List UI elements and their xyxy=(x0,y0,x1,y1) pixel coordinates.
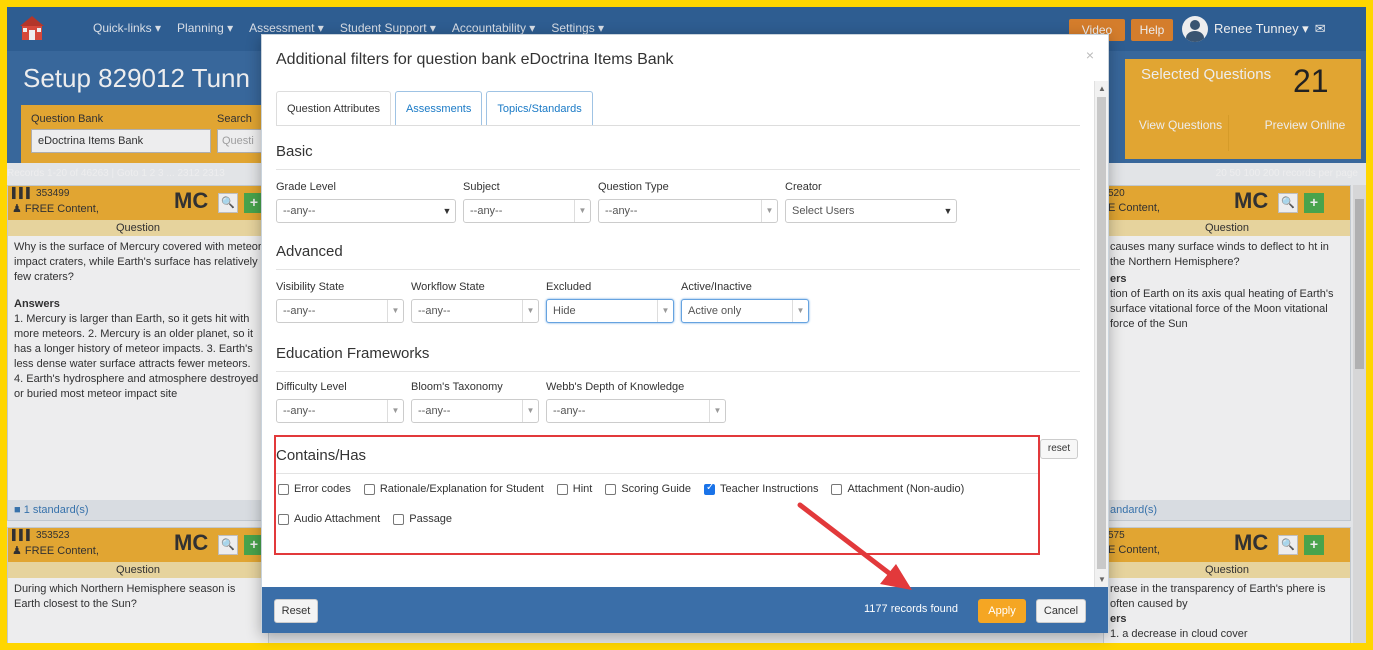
section-frameworks-title: Education Frameworks xyxy=(276,345,430,362)
caret-down-icon: ▼ xyxy=(522,300,538,322)
section-divider xyxy=(276,473,1038,474)
modal-scrollbar[interactable]: ▲ ▼ xyxy=(1094,81,1108,587)
hint-label: Hint xyxy=(572,483,593,495)
hint-option[interactable]: Hint xyxy=(556,483,593,495)
contains-checkbox-row: Audio Attachment Passage xyxy=(278,513,460,525)
audio-attachment-option[interactable]: Audio Attachment xyxy=(278,513,380,525)
teacher-instructions-checkbox[interactable] xyxy=(704,482,716,495)
caret-down-icon: ▼ xyxy=(657,300,673,322)
subject-value: --any-- xyxy=(470,205,503,217)
reset-button[interactable]: Reset xyxy=(274,599,318,623)
modal-scrollbar-thumb[interactable] xyxy=(1097,97,1106,569)
caret-down-icon: ▼ xyxy=(442,206,452,216)
attachment-non-audio-option[interactable]: Attachment (Non-audio) xyxy=(831,483,964,495)
visibility-state-select[interactable]: --any-- ▼ xyxy=(276,299,404,323)
caret-down-icon: ▼ xyxy=(387,300,403,322)
modal-footer: Reset 1177 records found Apply Cancel xyxy=(262,587,1108,633)
records-found: 1177 records found xyxy=(864,603,958,615)
audio-attachment-checkbox[interactable] xyxy=(278,513,289,525)
blooms-taxonomy-select[interactable]: --any-- ▼ xyxy=(411,399,539,423)
difficulty-level-select[interactable]: --any-- ▼ xyxy=(276,399,404,423)
scoring-guide-checkbox[interactable] xyxy=(605,483,617,495)
grade-level-select[interactable]: --any-- ▼ xyxy=(276,199,456,223)
webbs-dok-value: --any-- xyxy=(553,405,586,417)
section-divider xyxy=(276,269,1080,270)
passage-option[interactable]: Passage xyxy=(393,513,452,525)
contains-reset-button[interactable]: reset xyxy=(1040,439,1078,459)
visibility-state-label: Visibility State xyxy=(276,281,345,293)
workflow-state-select[interactable]: --any-- ▼ xyxy=(411,299,539,323)
webbs-dok-select[interactable]: --any-- ▼ xyxy=(546,399,726,423)
caret-down-icon: ▼ xyxy=(387,400,403,422)
workflow-state-label: Workflow State xyxy=(411,281,485,293)
question-type-select[interactable]: --any-- ▼ xyxy=(598,199,778,223)
creator-select[interactable]: Select Users ▼ xyxy=(785,199,957,223)
section-contains-title: Contains/Has xyxy=(276,447,367,464)
filter-tabs: Question Attributes Assessments Topics/S… xyxy=(276,91,593,125)
section-advanced-title: Advanced xyxy=(276,243,343,260)
modal-body: Question Attributes Assessments Topics/S… xyxy=(262,81,1102,587)
creator-label: Creator xyxy=(785,181,822,193)
attachment-non-audio-label: Attachment (Non-audio) xyxy=(847,483,965,495)
section-divider xyxy=(276,169,1080,170)
rationale-label: Rationale/Explanation for Student xyxy=(379,483,544,495)
caret-down-icon: ▼ xyxy=(943,206,953,216)
attachment-non-audio-checkbox[interactable] xyxy=(831,483,843,495)
grade-level-value: --any-- xyxy=(283,205,316,217)
scroll-up-icon[interactable]: ▲ xyxy=(1098,84,1106,93)
passage-checkbox[interactable] xyxy=(393,513,405,525)
question-type-value: --any-- xyxy=(605,205,638,217)
passage-label: Passage xyxy=(409,513,453,525)
caret-down-icon: ▼ xyxy=(792,300,808,322)
caret-down-icon: ▼ xyxy=(522,400,538,422)
workflow-state-value: --any-- xyxy=(418,305,451,317)
visibility-state-value: --any-- xyxy=(283,305,316,317)
active-inactive-select[interactable]: Active only ▼ xyxy=(681,299,809,323)
caret-down-icon: ▼ xyxy=(709,400,725,422)
creator-value: Select Users xyxy=(792,205,855,217)
rationale-checkbox[interactable] xyxy=(363,483,375,495)
contains-highlight-box xyxy=(274,435,1040,555)
webbs-dok-label: Webb's Depth of Knowledge xyxy=(546,381,685,393)
modal-title: Additional filters for question bank eDo… xyxy=(276,51,674,68)
caret-down-icon: ▼ xyxy=(761,200,777,222)
subject-label: Subject xyxy=(463,181,500,193)
caret-down-icon: ▼ xyxy=(574,200,590,222)
contains-checkbox-row: Error codes Rationale/Explanation for St… xyxy=(278,482,972,495)
error-codes-checkbox[interactable] xyxy=(278,483,289,495)
subject-select[interactable]: --any-- ▼ xyxy=(463,199,591,223)
scoring-guide-option[interactable]: Scoring Guide xyxy=(605,483,691,495)
error-codes-label: Error codes xyxy=(294,483,351,495)
section-divider xyxy=(276,371,1080,372)
scoring-guide-label: Scoring Guide xyxy=(621,483,692,495)
excluded-label: Excluded xyxy=(546,281,592,293)
teacher-instructions-option[interactable]: Teacher Instructions xyxy=(704,482,819,495)
tab-question-attributes[interactable]: Question Attributes xyxy=(276,91,391,125)
audio-attachment-label: Audio Attachment xyxy=(294,513,381,525)
tab-divider xyxy=(276,125,1080,126)
hint-checkbox[interactable] xyxy=(556,483,568,495)
scroll-down-icon[interactable]: ▼ xyxy=(1098,575,1106,584)
active-inactive-label: Active/Inactive xyxy=(681,281,752,293)
excluded-select[interactable]: Hide ▼ xyxy=(546,299,674,323)
excluded-value: Hide xyxy=(553,305,576,317)
filters-modal: Additional filters for question bank eDo… xyxy=(261,34,1109,633)
cancel-button[interactable]: Cancel xyxy=(1036,599,1086,623)
teacher-instructions-label: Teacher Instructions xyxy=(720,483,819,495)
grade-level-label: Grade Level xyxy=(276,181,336,193)
active-inactive-value: Active only xyxy=(688,305,742,317)
blooms-taxonomy-label: Bloom's Taxonomy xyxy=(411,381,503,393)
tab-topics-standards[interactable]: Topics/Standards xyxy=(486,91,593,125)
error-codes-option[interactable]: Error codes xyxy=(278,483,351,495)
rationale-option[interactable]: Rationale/Explanation for Student xyxy=(363,483,544,495)
tab-assessments[interactable]: Assessments xyxy=(394,91,483,125)
apply-button[interactable]: Apply xyxy=(978,599,1026,623)
blooms-taxonomy-value: --any-- xyxy=(418,405,451,417)
difficulty-level-value: --any-- xyxy=(283,405,316,417)
close-icon[interactable]: × xyxy=(1086,47,1094,63)
question-type-label: Question Type xyxy=(598,181,669,193)
section-basic-title: Basic xyxy=(276,143,313,160)
difficulty-level-label: Difficulty Level xyxy=(276,381,347,393)
